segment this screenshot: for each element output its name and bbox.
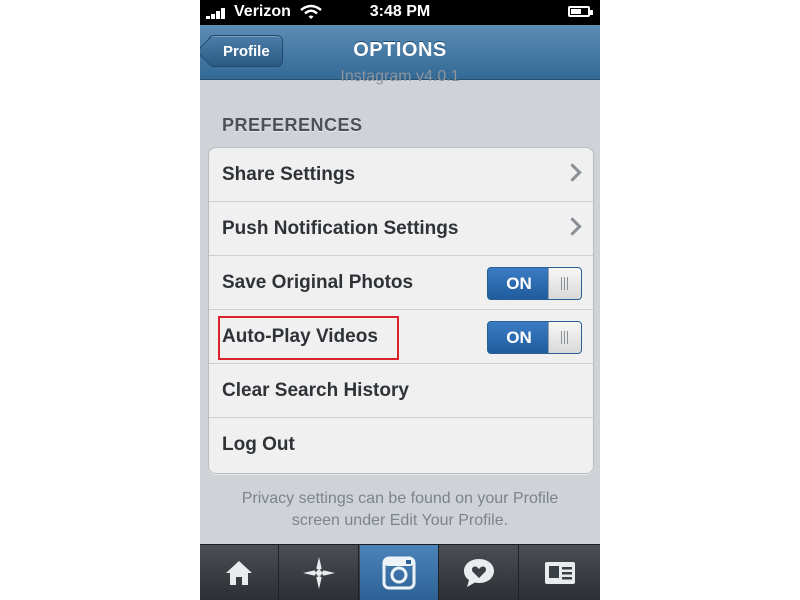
profile-icon	[545, 562, 575, 584]
tab-profile[interactable]	[520, 545, 600, 600]
auto-play-videos-row: Auto-Play Videos ON	[209, 310, 593, 364]
app-version: Instagram v4.0.1	[340, 68, 460, 85]
toggle-state: ON	[488, 268, 550, 299]
tab-activity[interactable]	[440, 545, 519, 600]
settings-list: Share Settings Push Notification Setting…	[208, 147, 594, 474]
section-header-preferences: PREFERENCES	[222, 115, 363, 135]
tab-camera[interactable]	[360, 545, 439, 600]
log-out-row[interactable]: Log Out	[209, 418, 593, 473]
save-original-photos-row: Save Original Photos ON	[209, 256, 593, 310]
row-label: Push Notification Settings	[222, 218, 459, 239]
toggle-knob	[548, 322, 581, 353]
privacy-note: Privacy settings can be found on your Pr…	[241, 490, 559, 529]
status-bar: Verizon 3:48 PM	[200, 0, 600, 25]
row-label: Clear Search History	[222, 380, 409, 401]
row-label: Log Out	[222, 434, 295, 455]
row-label: Share Settings	[222, 164, 356, 185]
explore-icon	[303, 557, 335, 589]
phone-screen: Verizon 3:48 PM Profile OPTIONS Instagra…	[200, 0, 600, 600]
share-settings-row[interactable]: Share Settings	[209, 148, 593, 202]
row-label: Auto-Play Videos	[222, 326, 378, 347]
toggle-state: ON	[488, 322, 550, 353]
tab-bar	[200, 544, 600, 600]
activity-icon	[464, 559, 494, 587]
toggle-knob	[548, 268, 581, 299]
row-label: Save Original Photos	[222, 272, 414, 293]
clear-search-history-row[interactable]: Clear Search History	[209, 364, 593, 418]
camera-icon	[382, 556, 416, 590]
battery-icon	[568, 6, 593, 17]
auto-play-videos-toggle[interactable]: ON	[487, 321, 582, 354]
push-notification-settings-row[interactable]: Push Notification Settings	[209, 202, 593, 256]
tab-home[interactable]	[200, 545, 279, 600]
save-original-photos-toggle[interactable]: ON	[487, 267, 582, 300]
status-time: 3:48 PM	[369, 3, 431, 20]
home-icon	[226, 561, 252, 585]
chevron-right-icon	[563, 217, 582, 236]
chevron-right-icon	[563, 163, 582, 182]
page-title: OPTIONS	[353, 39, 447, 61]
tab-explore[interactable]	[280, 545, 359, 600]
